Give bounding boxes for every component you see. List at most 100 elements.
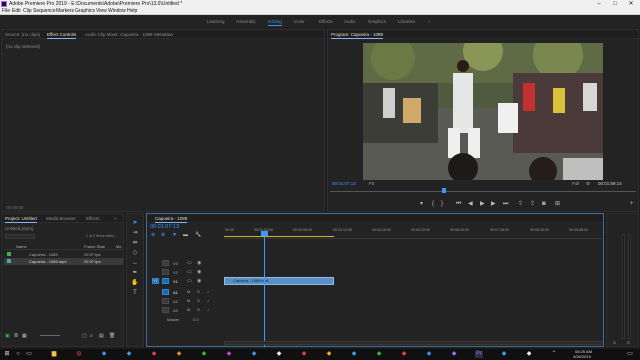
- add-button-icon[interactable]: +: [630, 201, 634, 208]
- track-label-v2[interactable]: V2: [173, 270, 178, 275]
- lock-icon[interactable]: ▣: [5, 333, 10, 339]
- chrome-icon[interactable]: ◍: [75, 351, 83, 358]
- track-label-v1[interactable]: V1: [173, 279, 178, 284]
- source-patch[interactable]: [162, 269, 169, 275]
- menu-sequence[interactable]: Sequence: [33, 8, 56, 15]
- list-view-icon[interactable]: ≣: [14, 333, 18, 339]
- menu-help[interactable]: Help: [127, 8, 137, 15]
- linked-selection-icon[interactable]: ⊗: [161, 232, 165, 238]
- tab-effects[interactable]: Effects: [86, 214, 100, 223]
- app-icon[interactable]: ◆: [300, 351, 308, 358]
- app-icon[interactable]: ◆: [275, 351, 283, 358]
- app-icon[interactable]: ◆: [250, 351, 258, 358]
- lock-icon[interactable]: ▭: [187, 260, 192, 266]
- step-back-icon[interactable]: ⏮: [456, 201, 461, 208]
- menu-edit[interactable]: Edit: [12, 8, 21, 15]
- workspace-overflow-icon[interactable]: »: [428, 15, 431, 28]
- program-timecode[interactable]: 00:01:07:13: [332, 181, 356, 186]
- wrench-icon[interactable]: 🔧: [195, 232, 201, 238]
- track-target-a2[interactable]: [162, 298, 169, 304]
- mic-icon[interactable]: ♪: [207, 307, 209, 312]
- work-area-bar[interactable]: [224, 236, 334, 237]
- timeline-settings-icon[interactable]: ▬: [183, 232, 188, 238]
- app-icon[interactable]: ◆: [375, 351, 383, 358]
- export-frame-icon[interactable]: ◙: [542, 201, 546, 208]
- app-icon[interactable]: ◆: [525, 351, 533, 358]
- new-item-icon[interactable]: ▤: [99, 333, 104, 339]
- mark-out-icon[interactable]: {: [432, 201, 434, 208]
- frame-forward-icon[interactable]: ▶: [491, 201, 496, 208]
- extract-icon[interactable]: ⇪: [530, 201, 535, 208]
- menu-graphics[interactable]: Graphics: [75, 8, 95, 15]
- selection-tool-icon[interactable]: ➤: [131, 219, 139, 227]
- program-title[interactable]: Program: Capoeira - 1089: [331, 30, 384, 39]
- workspace-effects[interactable]: Effects: [319, 15, 333, 28]
- task-view-icon[interactable]: ▭: [25, 351, 33, 358]
- solo-button[interactable]: S: [197, 298, 200, 303]
- track-label-v3[interactable]: V3: [173, 261, 178, 266]
- slip-tool-icon[interactable]: ↔: [131, 259, 139, 267]
- mute-button[interactable]: M: [187, 307, 190, 312]
- project-search-input[interactable]: [5, 234, 35, 239]
- track-select-tool-icon[interactable]: ⇥: [131, 229, 139, 237]
- tab-effect-controls[interactable]: Effect Controls: [47, 30, 77, 39]
- workspace-audio[interactable]: Audio: [344, 15, 356, 28]
- track-label-a2[interactable]: A2: [173, 299, 178, 304]
- solo-button[interactable]: S: [613, 340, 616, 345]
- timeline-playhead[interactable]: [264, 232, 265, 347]
- menu-view[interactable]: View: [96, 8, 107, 15]
- type-tool-icon[interactable]: T: [131, 289, 139, 297]
- app-icon[interactable]: ◆: [450, 351, 458, 358]
- add-marker-icon[interactable]: ▼: [172, 232, 177, 238]
- panel-overflow-icon[interactable]: »: [114, 214, 117, 223]
- step-forward-icon[interactable]: ⏭: [503, 201, 508, 208]
- clear-icon[interactable]: 🗑: [109, 333, 115, 339]
- tab-sequence[interactable]: Capoeira - 1089: [155, 214, 188, 223]
- project-item-clip[interactable]: Capoeira - 1089.mp4 29.97 fps: [4, 258, 123, 265]
- maximize-button[interactable]: □: [609, 0, 621, 8]
- menu-markers[interactable]: Markers: [56, 8, 74, 15]
- minimize-button[interactable]: –: [593, 0, 605, 8]
- menu-file[interactable]: File: [2, 8, 10, 15]
- search-icon[interactable]: ○: [14, 351, 22, 358]
- workspace-editing[interactable]: Editing: [268, 15, 282, 28]
- track-label-a1[interactable]: A1: [173, 290, 178, 295]
- app-icon[interactable]: ◆: [175, 351, 183, 358]
- mute-button[interactable]: M: [187, 298, 190, 303]
- workspace-libraries[interactable]: Libraries: [398, 15, 415, 28]
- track-target-a3[interactable]: [162, 307, 169, 313]
- menu-window[interactable]: Window: [108, 8, 126, 15]
- zoom-slider[interactable]: [40, 335, 60, 336]
- workspace-color[interactable]: Color: [294, 15, 305, 28]
- video-clip[interactable]: Capoeira - 1089.mp4: [224, 277, 334, 285]
- hand-tool-icon[interactable]: ✋: [131, 279, 139, 287]
- play-icon[interactable]: ▶: [480, 201, 485, 208]
- mic-icon[interactable]: ♪: [207, 289, 209, 294]
- playhead-handle[interactable]: [261, 231, 268, 236]
- app-icon[interactable]: ◆: [150, 351, 158, 358]
- column-name[interactable]: Name: [16, 244, 27, 249]
- lock-icon[interactable]: ▭: [187, 278, 192, 284]
- timeline-timecode[interactable]: 00:01:07:13: [150, 224, 179, 230]
- track-target-a1[interactable]: [162, 289, 169, 295]
- app-icon[interactable]: ◆: [225, 351, 233, 358]
- lift-icon[interactable]: ⇧: [518, 201, 523, 208]
- app-icon[interactable]: ◆: [400, 351, 408, 358]
- clock-date[interactable]: 4/26/2019: [573, 354, 591, 359]
- app-icon[interactable]: ◆: [325, 351, 333, 358]
- new-bin-icon[interactable]: ▢: [82, 333, 87, 339]
- tab-metadata[interactable]: Metadata: [154, 30, 173, 39]
- go-to-in-icon[interactable]: }: [441, 201, 443, 208]
- workspace-learning[interactable]: Learning: [207, 15, 225, 28]
- app-icon[interactable]: ◆: [125, 351, 133, 358]
- solo-button[interactable]: S: [197, 307, 200, 312]
- source-patch-v1[interactable]: V1: [152, 278, 159, 284]
- program-fit-select[interactable]: Fit: [369, 181, 374, 186]
- ripple-edit-tool-icon[interactable]: ⇹: [131, 239, 139, 247]
- eye-icon[interactable]: ◉: [197, 260, 201, 266]
- app-icon[interactable]: ◆: [500, 351, 508, 358]
- tab-project[interactable]: Project: Untitled: [5, 214, 37, 223]
- mark-in-icon[interactable]: ▾: [420, 201, 423, 208]
- start-icon[interactable]: ⊞: [3, 351, 11, 358]
- track-area[interactable]: Capoeira - 1089.mp4: [224, 260, 602, 330]
